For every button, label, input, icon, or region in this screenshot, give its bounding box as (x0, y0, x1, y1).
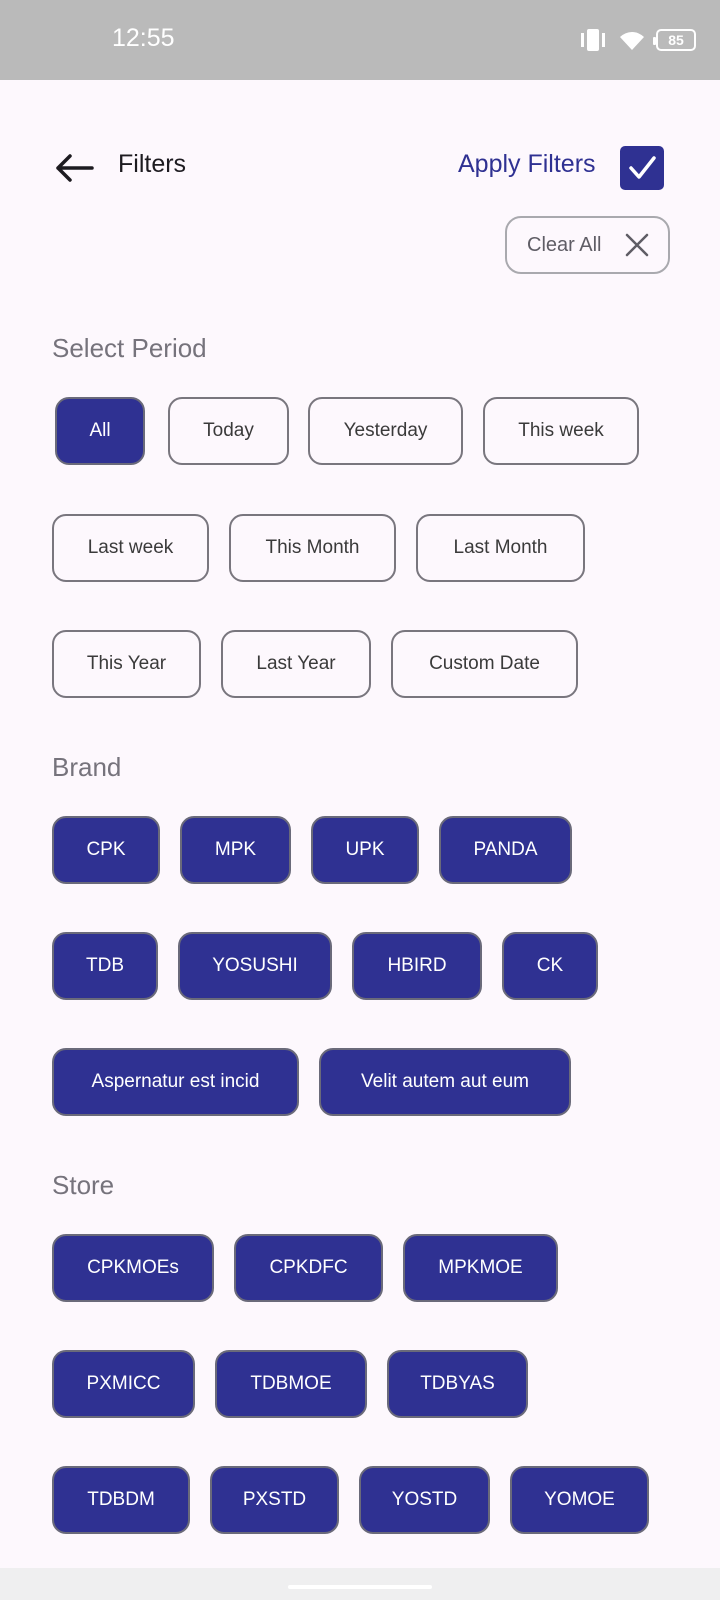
navigation-bar (0, 1568, 720, 1600)
store-chip-pxmicc[interactable]: PXMICC (52, 1350, 195, 1418)
status-time: 12:55 (112, 24, 175, 52)
apply-filters-checkbox[interactable] (620, 146, 664, 190)
battery-icon: 85 (653, 29, 696, 51)
store-chip-cpkdfc[interactable]: CPKDFC (234, 1234, 383, 1302)
clear-all-label: Clear All (527, 233, 602, 256)
vibrate-icon (581, 29, 605, 51)
period-section-title: Select Period (52, 333, 207, 363)
store-chip-yostd[interactable]: YOSTD (359, 1466, 490, 1534)
apply-filters-button[interactable]: Apply Filters (458, 150, 596, 179)
brand-chip-yosushi[interactable]: YOSUSHI (178, 932, 332, 1000)
wifi-icon (620, 32, 644, 50)
brand-chip-hbird[interactable]: HBIRD (352, 932, 482, 1000)
brand-chip-ck[interactable]: CK (502, 932, 598, 1000)
brand-section-title: Brand (52, 752, 122, 782)
arrow-left-icon (56, 154, 94, 182)
store-chip-pxstd[interactable]: PXSTD (210, 1466, 339, 1534)
brand-chip-velit[interactable]: Velit autem aut eum (319, 1048, 571, 1116)
battery-level: 85 (668, 32, 684, 48)
period-chip-this-week[interactable]: This week (483, 397, 639, 465)
period-chip-today[interactable]: Today (168, 397, 289, 465)
period-chip-this-month[interactable]: This Month (229, 514, 396, 582)
store-chip-yomoe[interactable]: YOMOE (510, 1466, 649, 1534)
period-chip-last-month[interactable]: Last Month (416, 514, 585, 582)
home-handle[interactable] (288, 1585, 432, 1589)
store-chip-mpkmoe[interactable]: MPKMOE (403, 1234, 558, 1302)
brand-chip-mpk[interactable]: MPK (180, 816, 291, 884)
period-chip-last-week[interactable]: Last week (52, 514, 209, 582)
clear-all-button[interactable]: Clear All (505, 216, 670, 274)
close-icon (626, 233, 649, 257)
period-chip-custom-date[interactable]: Custom Date (391, 630, 578, 698)
store-chip-tdbyas[interactable]: TDBYAS (387, 1350, 528, 1418)
period-chip-yesterday[interactable]: Yesterday (308, 397, 463, 465)
store-chip-tdbmoe[interactable]: TDBMOE (215, 1350, 367, 1418)
period-chip-last-year[interactable]: Last Year (221, 630, 371, 698)
back-button[interactable] (52, 148, 96, 188)
status-icons: 85 (578, 26, 696, 54)
brand-chip-tdb[interactable]: TDB (52, 932, 158, 1000)
status-bar: 12:55 85 (0, 0, 720, 80)
store-section-title: Store (52, 1170, 115, 1200)
brand-chip-panda[interactable]: PANDA (439, 816, 572, 884)
brand-chip-aspernatur[interactable]: Aspernatur est incid (52, 1048, 299, 1116)
brand-chip-cpk[interactable]: CPK (52, 816, 160, 884)
page-title: Filters (118, 150, 187, 178)
brand-chip-upk[interactable]: UPK (311, 816, 419, 884)
store-chip-tdbdm[interactable]: TDBDM (52, 1466, 190, 1534)
store-chip-cpkmoes[interactable]: CPKMOEs (52, 1234, 214, 1302)
period-chip-this-year[interactable]: This Year (52, 630, 201, 698)
period-chip-all[interactable]: All (55, 397, 145, 465)
checkmark-icon (629, 156, 656, 179)
